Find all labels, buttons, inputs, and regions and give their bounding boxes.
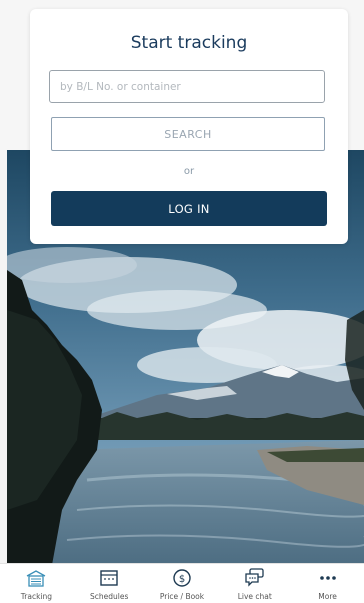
- tab-label-price-book: Price / Book: [159, 592, 205, 601]
- or-divider-text: or: [183, 166, 195, 177]
- tab-label-more: More: [318, 592, 337, 601]
- search-button[interactable]: SEARCH: [51, 117, 325, 151]
- more-dots-icon: [317, 568, 339, 588]
- tracking-number-input[interactable]: [49, 70, 325, 103]
- dollar-coin-icon: $: [171, 568, 193, 588]
- calendar-icon: [98, 568, 120, 588]
- login-button[interactable]: LOG IN: [51, 191, 327, 226]
- svg-text:$: $: [179, 574, 185, 585]
- tab-label-schedules: Schedules: [90, 592, 129, 601]
- tab-schedules[interactable]: Schedules: [73, 564, 146, 603]
- tab-label-live-chat: Live chat: [237, 592, 272, 601]
- tab-tracking[interactable]: Tracking: [0, 564, 73, 603]
- chat-bubble-icon: [244, 568, 266, 588]
- tab-more[interactable]: More: [291, 564, 364, 603]
- tab-live-chat[interactable]: Live chat: [218, 564, 291, 603]
- card-title: Start tracking: [130, 33, 248, 53]
- tracking-card: Start tracking SEARCH or LOG IN: [30, 9, 348, 244]
- warehouse-icon: [25, 568, 47, 588]
- tab-label-tracking: Tracking: [20, 592, 53, 601]
- bottom-tab-bar: Tracking Schedules $ Price / Book Live c…: [0, 563, 364, 603]
- tab-price-book[interactable]: $ Price / Book: [146, 564, 219, 603]
